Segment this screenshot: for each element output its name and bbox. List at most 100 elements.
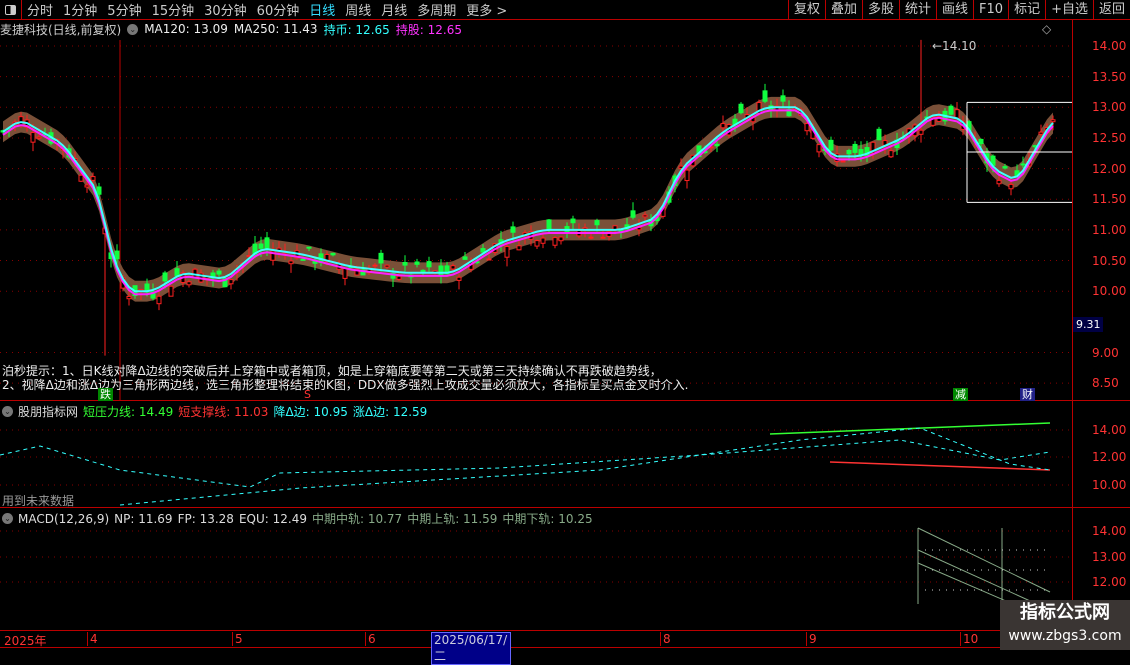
- y-axis-label: 10.50: [1092, 253, 1127, 268]
- y-axis-label: 11.00: [1092, 222, 1127, 237]
- period-tab[interactable]: 30分钟: [199, 0, 252, 19]
- toolbar-button[interactable]: 统计: [899, 0, 936, 20]
- mid-band-value: 中期中轨: 10.77: [311, 512, 403, 526]
- toolbar-button[interactable]: 返回: [1092, 0, 1130, 20]
- signal-reduce: 减: [953, 388, 968, 401]
- candle-body: [558, 236, 564, 242]
- candle-body: [642, 214, 648, 218]
- candle-body: [780, 95, 786, 102]
- date-label: 2025年: [4, 634, 47, 648]
- chigu-value: 持股: 12.65: [395, 22, 462, 37]
- date-label: 9: [806, 632, 817, 646]
- np-value: NP: 11.69: [114, 511, 173, 526]
- candle-body: [504, 246, 510, 258]
- watermark-url: www.zbgs3.com: [1008, 628, 1122, 644]
- chevron-down-icon[interactable]: ⌄: [2, 406, 13, 417]
- candle-body: [534, 240, 540, 247]
- period-tab[interactable]: 分时: [22, 0, 58, 19]
- y-axis-label: 14.00: [1092, 524, 1127, 538]
- candle-body: [342, 267, 348, 279]
- candle-body: [996, 179, 1002, 185]
- candle-body: [228, 279, 234, 285]
- candle-body: [414, 261, 420, 265]
- candle-body: [258, 243, 264, 249]
- y-axis-label: 12.00: [1092, 161, 1127, 176]
- candle-body: [546, 219, 552, 230]
- candle-body: [30, 132, 36, 143]
- chevron-down-icon[interactable]: ⌄: [127, 23, 139, 35]
- watermark-title: 指标公式网: [1020, 602, 1110, 623]
- candle-body: [426, 261, 432, 268]
- period-tab[interactable]: 月线: [376, 0, 412, 19]
- candle-body: [588, 236, 594, 239]
- candle-body: [720, 123, 726, 129]
- toolbar-button[interactable]: 复权: [787, 0, 825, 20]
- macd-name: MACD(12,26,9): [18, 511, 110, 526]
- toolbar-button[interactable]: 画线: [936, 0, 973, 20]
- period-tab[interactable]: 5分钟: [102, 0, 146, 19]
- candle-body: [306, 246, 312, 249]
- candle-body: [36, 136, 42, 139]
- candle-body: [888, 150, 894, 158]
- candle-body: [1008, 183, 1014, 190]
- date-label: 4: [87, 632, 98, 646]
- candle-body: [594, 220, 600, 226]
- date-label: 8: [660, 632, 671, 646]
- candle-body: [516, 245, 522, 251]
- period-tab[interactable]: 1分钟: [58, 0, 102, 19]
- toolbar-button[interactable]: 叠加: [824, 0, 862, 20]
- candle-body: [978, 138, 984, 145]
- candle-body: [630, 210, 636, 218]
- up-edge-value: 涨Δ边: 12.59: [352, 405, 428, 419]
- upper-band-value: 中期上轨: 11.59: [407, 512, 498, 526]
- candle-body: [462, 256, 468, 260]
- candle-body: [540, 237, 546, 244]
- future-data-note: 用到未来数据: [2, 494, 75, 508]
- period-tab[interactable]: 60分钟: [252, 0, 305, 19]
- period-tab[interactable]: 15分钟: [147, 0, 200, 19]
- candle-body: [168, 285, 174, 297]
- layout-toggle-button[interactable]: [0, 0, 22, 20]
- macd-title: ⌄ MACD(12,26,9) NP: 11.69 FP: 13.28 EQU:…: [2, 510, 598, 527]
- short-pressure-value: 短压力线: 14.49: [83, 405, 174, 419]
- candle-body: [480, 248, 486, 253]
- short-support-value: 短支撑线: 11.03: [178, 405, 269, 419]
- period-toolbar: 分时 1分钟 5分钟 15分钟 30分钟 60分钟 日线 周线 月线 多周期 更多 > 复权 叠加 多股…: [0, 0, 1130, 20]
- toolbar-button[interactable]: 多股: [861, 0, 899, 20]
- date-label: 6: [365, 632, 376, 646]
- date-label: 10: [960, 632, 978, 646]
- toolbar-button[interactable]: F10: [973, 0, 1008, 20]
- lower-band-value: 中期下轨: 10.25: [502, 512, 593, 526]
- indicator-name: 股朋指标网: [18, 405, 79, 419]
- date-label: 5: [232, 632, 243, 646]
- signal-cai: 财: [1020, 388, 1035, 401]
- period-tab[interactable]: 更多 >: [461, 0, 512, 19]
- date-axis[interactable]: 2025年 4 5 6 2025/06/17/二 8 9 10: [0, 630, 1130, 665]
- candle-body: [96, 186, 102, 195]
- period-tab[interactable]: 日线: [304, 0, 340, 19]
- y-axis-label: 12.50: [1092, 130, 1127, 145]
- signal-sell: S: [304, 388, 311, 401]
- candle-body: [288, 260, 294, 265]
- candle-body: [1038, 131, 1044, 135]
- toolbar-button[interactable]: +自选: [1045, 0, 1093, 20]
- chart-canvas[interactable]: ←14.10: [0, 0, 1072, 630]
- ma250-value: MA250: 11.43: [233, 22, 318, 36]
- candle-body: [330, 252, 336, 256]
- chevron-down-icon[interactable]: ⌄: [2, 513, 13, 524]
- diamond-icon[interactable]: ◇: [1042, 22, 1051, 36]
- candle-body: [816, 144, 822, 153]
- period-tab[interactable]: 多周期: [412, 0, 461, 19]
- candle-body: [126, 295, 132, 300]
- candle-body: [552, 237, 558, 246]
- candle-body: [1020, 163, 1026, 166]
- high-price-marker: ←14.10: [932, 39, 976, 53]
- y-axis-label: 13.00: [1092, 550, 1127, 564]
- ma120-value: MA120: 13.09: [144, 22, 228, 36]
- candle-body: [372, 264, 378, 267]
- period-tab[interactable]: 周线: [340, 0, 376, 19]
- stock-title: 麦捷科技(日线,前复权): [0, 22, 122, 37]
- candle-body: [684, 169, 690, 182]
- toolbar-button[interactable]: 标记: [1008, 0, 1045, 20]
- down-edge-value: 降Δ边: 10.95: [273, 405, 348, 419]
